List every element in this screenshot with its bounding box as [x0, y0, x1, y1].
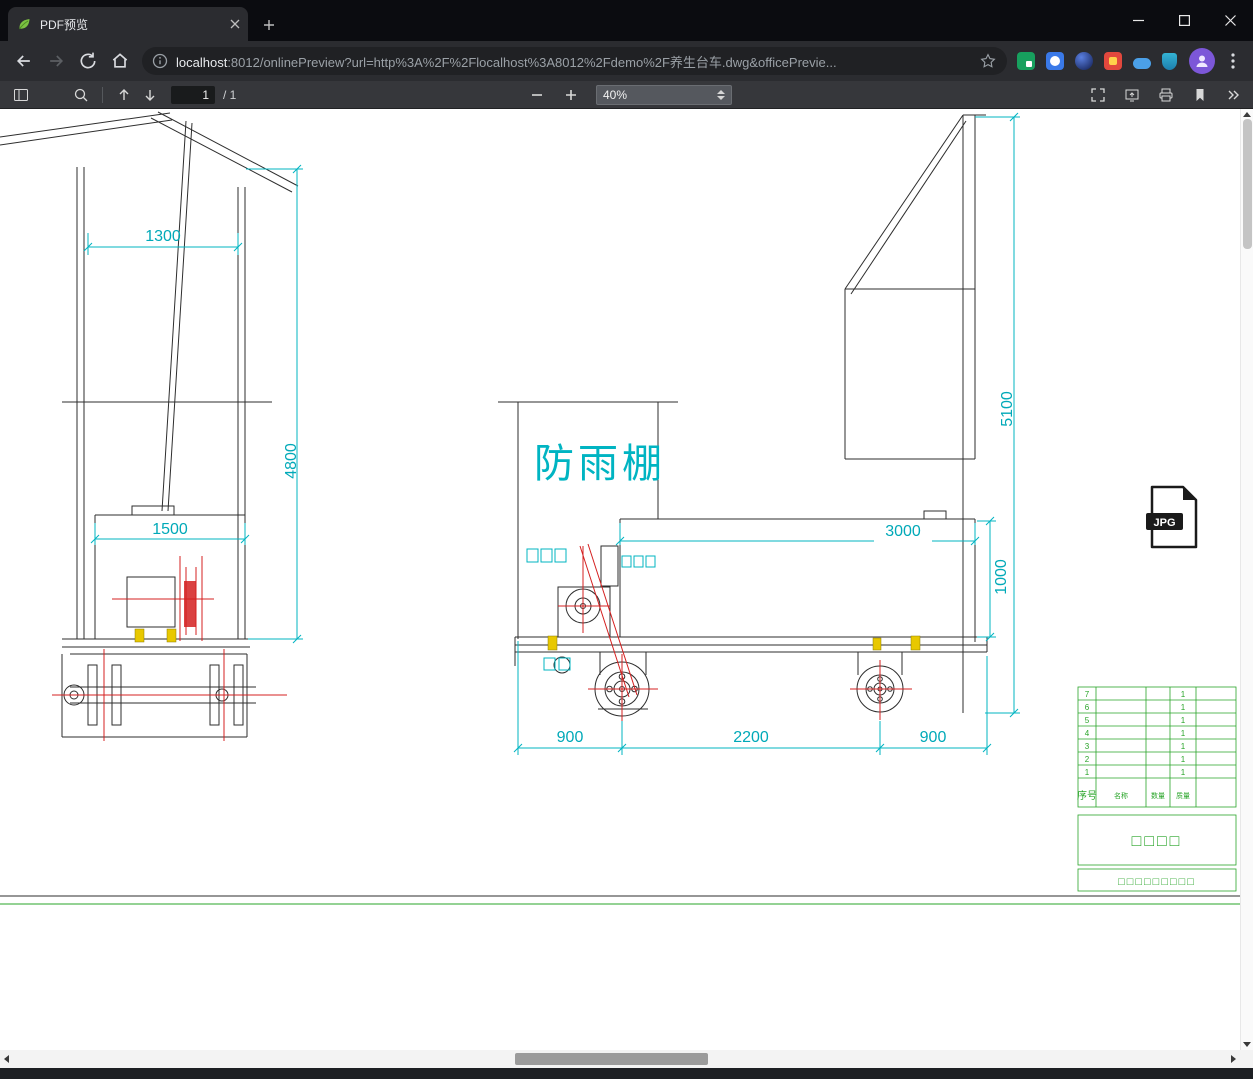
- zoom-controls: 40%: [524, 81, 732, 109]
- tab-title: PDF预览: [40, 17, 89, 32]
- extension-shield-icon[interactable]: [1162, 52, 1177, 70]
- more-tools-icon[interactable]: [1221, 83, 1247, 107]
- pdf-toolbar-left: 1 / 1: [0, 81, 236, 108]
- reload-button[interactable]: [72, 45, 104, 77]
- title-block-row-qty: 1: [1181, 742, 1186, 751]
- bookmark-star-icon[interactable]: [979, 52, 997, 70]
- title-block-header-name: 名称: [1114, 791, 1128, 800]
- title-block-row-number: 2: [1085, 755, 1090, 764]
- browser-navbar: localhost:8012/onlinePreview?url=http%3A…: [0, 41, 1253, 81]
- page-count-label: / 1: [223, 87, 237, 102]
- zoom-out-icon[interactable]: [524, 83, 550, 107]
- url-path: :8012/onlinePreview?url=http%3A%2F%2Floc…: [227, 54, 837, 70]
- scroll-up-icon[interactable]: [1243, 112, 1251, 117]
- zoom-in-icon[interactable]: [558, 83, 584, 107]
- tab-favicon-leaf-icon: [16, 16, 32, 32]
- tab-close-icon[interactable]: [230, 19, 240, 29]
- title-block-row-qty: 1: [1181, 755, 1186, 764]
- save-bookmark-icon[interactable]: [1187, 83, 1213, 107]
- scroll-down-icon[interactable]: [1243, 1042, 1251, 1047]
- dim-front-body-width: 1500: [152, 521, 188, 538]
- browser-tab[interactable]: PDF预览: [8, 7, 248, 41]
- cad-side-view: 防雨棚 3000 1000 5100 900 2200 900: [498, 112, 1020, 755]
- vertical-scrollbar[interactable]: [1240, 109, 1253, 1050]
- title-block-row-number: 4: [1085, 729, 1090, 738]
- extension-tampermonkey-icon[interactable]: [1017, 52, 1035, 70]
- minimize-button[interactable]: [1115, 0, 1161, 41]
- cad-drawing: 1300 1500 4800 防雨棚 3000 1000 5100 900 22…: [0, 111, 1240, 905]
- jpg-file-icon: JPG: [1146, 485, 1198, 549]
- url-host: localhost: [176, 54, 228, 70]
- title-block-row-qty: 1: [1181, 703, 1186, 712]
- extension-cloud-icon[interactable]: [1133, 57, 1151, 69]
- title-block-row-number: 5: [1085, 716, 1090, 725]
- dim-front-top-width: 1300: [145, 228, 181, 245]
- sheet-border: [0, 895, 1240, 905]
- browser-titlebar: PDF预览: [0, 0, 1253, 41]
- title-block-title: □□□□: [1132, 833, 1183, 850]
- toolbar-divider: [102, 86, 103, 103]
- pdf-page-canvas: 1300 1500 4800 防雨棚 3000 1000 5100 900 22…: [0, 109, 1240, 1050]
- title-block-row-qty: 1: [1181, 690, 1186, 699]
- url-text: localhost:8012/onlinePreview?url=http%3A…: [176, 52, 979, 71]
- sidebar-toggle-icon[interactable]: [8, 83, 34, 107]
- print-icon[interactable]: [1153, 83, 1179, 107]
- zoom-select[interactable]: 40%: [596, 85, 732, 105]
- jpg-badge-label: JPG: [1153, 517, 1175, 529]
- page-number-input[interactable]: 1: [171, 85, 215, 104]
- next-page-icon[interactable]: [137, 83, 163, 107]
- title-block-row-number: 7: [1085, 690, 1090, 699]
- browser-menu-icon[interactable]: [1221, 45, 1245, 77]
- extension-colorful-icon[interactable]: [1104, 52, 1122, 70]
- window-bottom-edge: [0, 1068, 1253, 1079]
- dim-rear-overhang: 900: [557, 729, 584, 746]
- window-controls: [1115, 0, 1253, 41]
- back-button[interactable]: [8, 45, 40, 77]
- horizontal-scroll-thumb[interactable]: [515, 1053, 708, 1065]
- forward-button[interactable]: [40, 45, 72, 77]
- close-window-button[interactable]: [1207, 0, 1253, 41]
- pdf-toolbar-right: [1085, 81, 1247, 109]
- scroll-left-icon[interactable]: [4, 1055, 9, 1063]
- title-block-row-qty: 1: [1181, 768, 1186, 777]
- title-block-footer: □□□□□□□□□: [1118, 876, 1196, 888]
- title-block-header-seq: 序号: [1077, 789, 1097, 802]
- fit-screen-icon[interactable]: [1085, 83, 1111, 107]
- dim-front-height: 4800: [283, 443, 300, 479]
- drawing-title-block: 7 6 5 4 3 2 1 1 1 1 1 1 1 1 序号 名称 数量 质量 …: [1077, 686, 1237, 892]
- title-block-row-number: 6: [1085, 703, 1090, 712]
- title-block-row-qty: 1: [1181, 729, 1186, 738]
- title-block-header-mass: 质量: [1176, 791, 1190, 800]
- home-button[interactable]: [104, 45, 136, 77]
- profile-avatar[interactable]: [1189, 48, 1215, 74]
- horizontal-scrollbar[interactable]: [0, 1050, 1240, 1068]
- extension-globe-icon[interactable]: [1075, 52, 1093, 70]
- pdf-viewer-toolbar: 1 / 1 40%: [0, 81, 1253, 109]
- extensions-row: [1017, 52, 1177, 70]
- presentation-icon[interactable]: [1119, 83, 1145, 107]
- canopy-label: 防雨棚: [534, 442, 666, 486]
- title-block-header-qty: 数量: [1151, 791, 1165, 800]
- extension-translate-icon[interactable]: [1046, 52, 1064, 70]
- scroll-right-icon[interactable]: [1231, 1055, 1236, 1063]
- maximize-button[interactable]: [1161, 0, 1207, 41]
- new-tab-button[interactable]: [256, 12, 282, 38]
- search-icon[interactable]: [68, 83, 94, 107]
- vertical-scroll-thumb[interactable]: [1243, 119, 1252, 249]
- zoom-value: 40%: [603, 88, 628, 102]
- scrollbar-corner: [1240, 1050, 1253, 1068]
- dim-front-overhang: 900: [920, 729, 947, 746]
- title-block-row-number: 3: [1085, 742, 1090, 751]
- dim-box-height: 1000: [993, 559, 1010, 595]
- page-info-icon[interactable]: [152, 53, 168, 69]
- zoom-spinner-icon: [717, 90, 725, 100]
- address-bar[interactable]: localhost:8012/onlinePreview?url=http%3A…: [142, 47, 1007, 75]
- dim-box-length: 3000: [885, 523, 921, 540]
- cad-front-view: 1300 1500 4800: [0, 111, 303, 741]
- dim-side-height: 5100: [999, 391, 1016, 427]
- title-block-row-number: 1: [1085, 768, 1090, 777]
- previous-page-icon[interactable]: [111, 83, 137, 107]
- dim-wheelbase: 2200: [733, 729, 769, 746]
- title-block-row-qty: 1: [1181, 716, 1186, 725]
